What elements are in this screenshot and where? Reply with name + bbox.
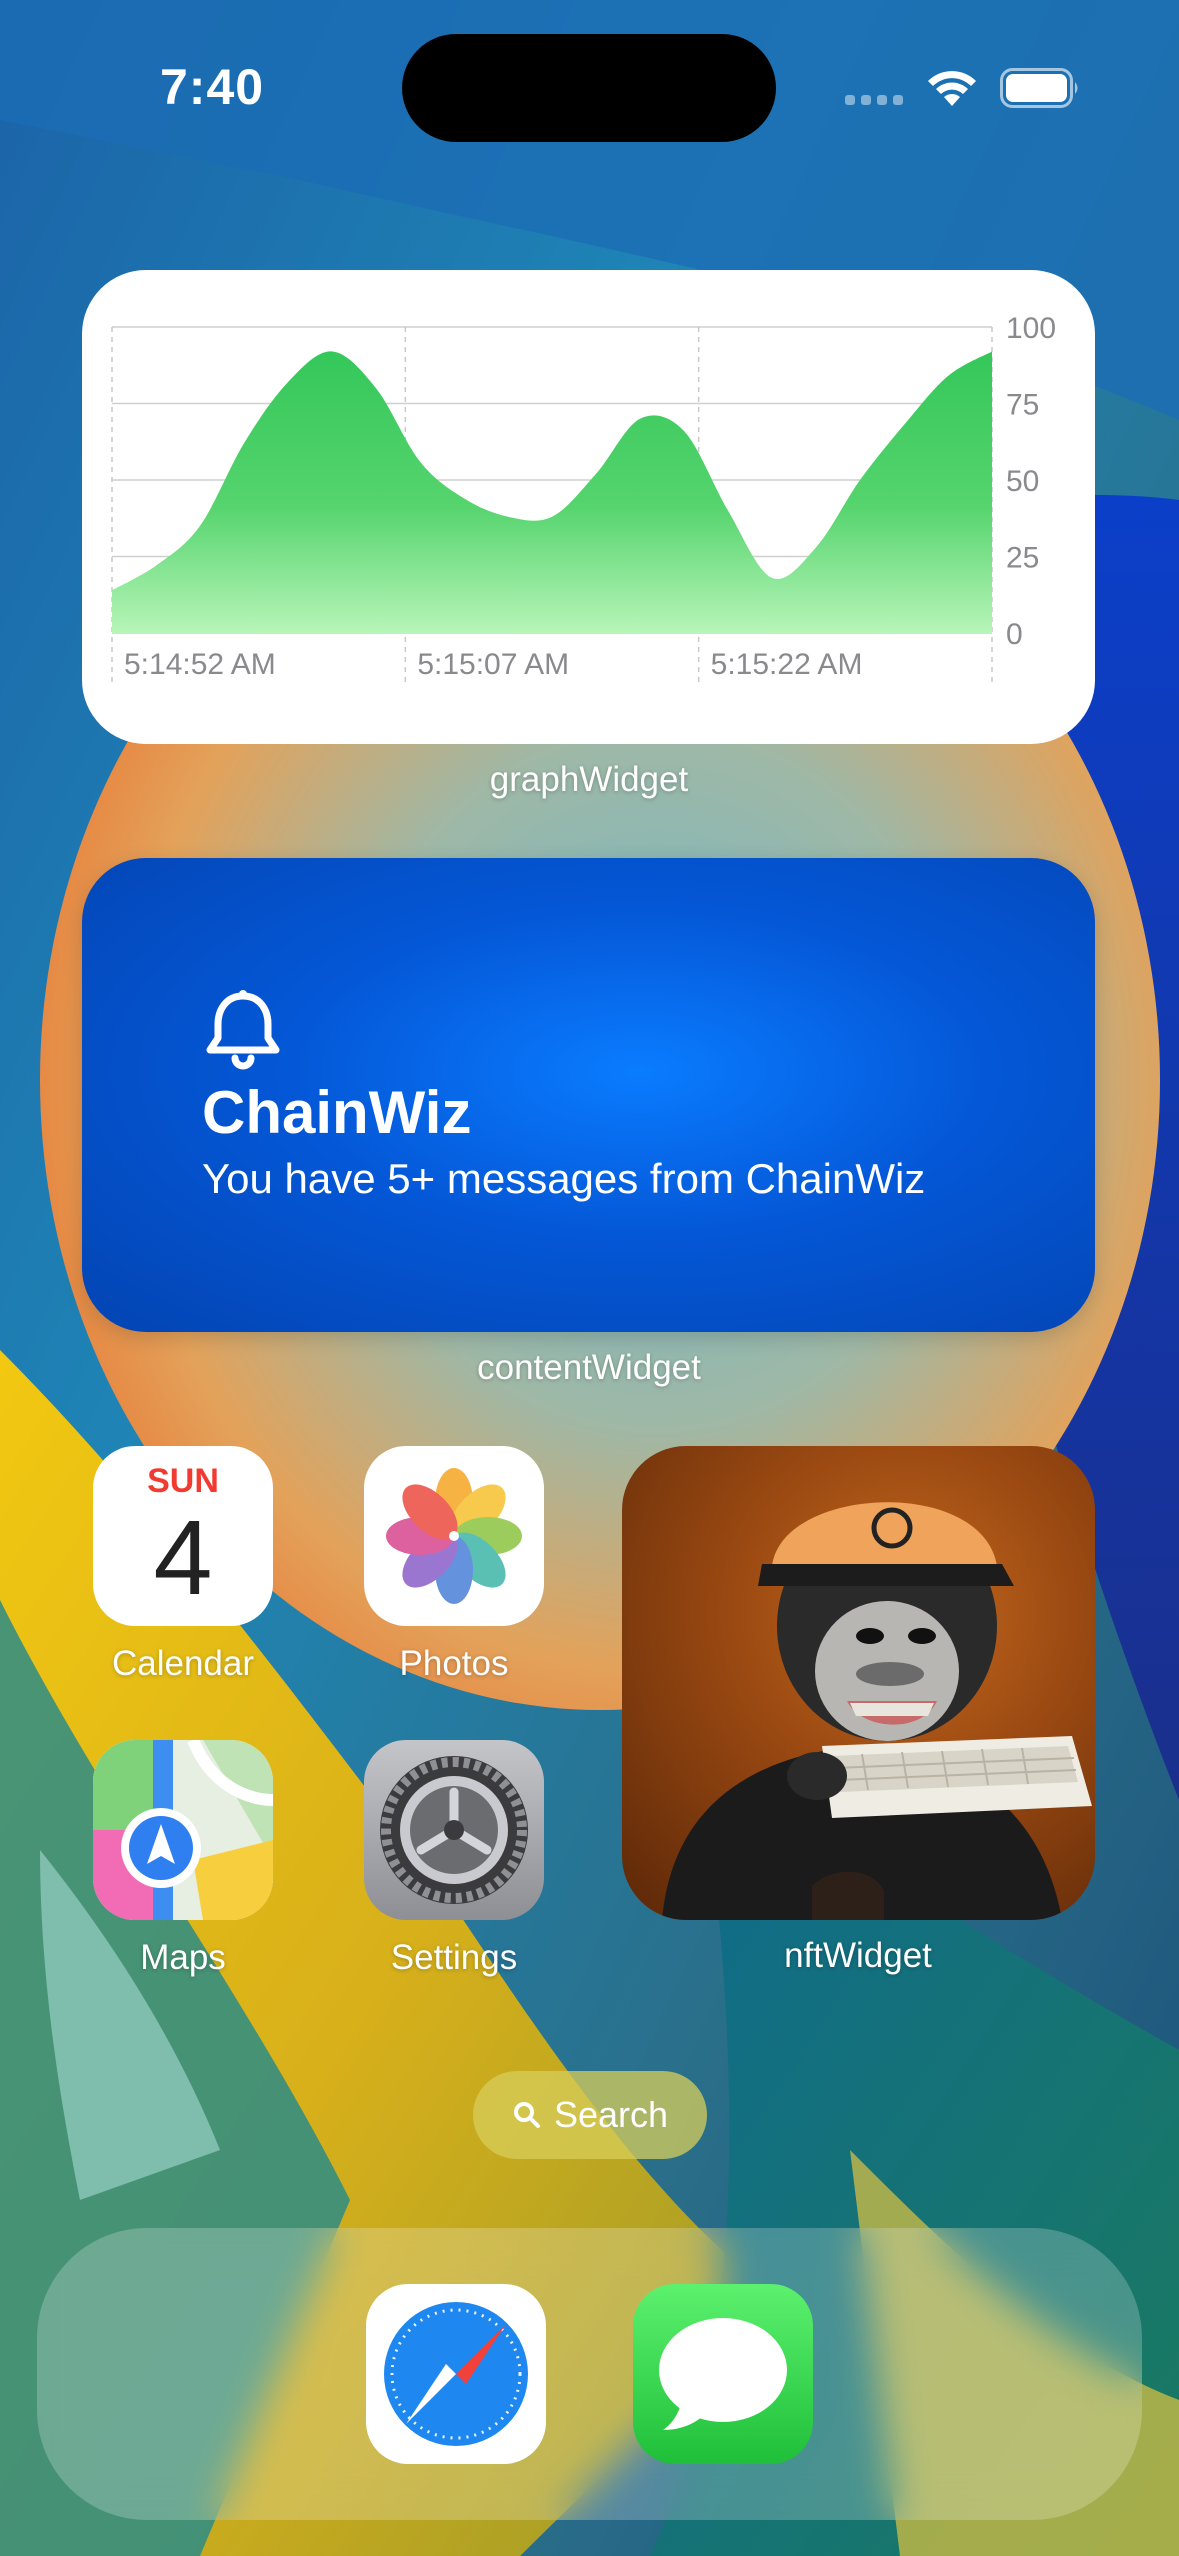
content-widget-title: ChainWiz xyxy=(202,1079,472,1146)
dynamic-island xyxy=(402,34,776,142)
calendar-date: 4 xyxy=(153,1499,213,1617)
calendar-icon[interactable]: SUN 4 xyxy=(93,1446,273,1626)
battery-icon xyxy=(1000,68,1082,113)
gorilla-nft-image xyxy=(662,1502,1092,1920)
calendar-day: SUN xyxy=(147,1462,219,1500)
calendar-app[interactable]: SUN 4 Calendar xyxy=(93,1446,273,1683)
content-widget[interactable]: ChainWiz You have 5+ messages from Chain… xyxy=(82,858,1095,1332)
photos-label: Photos xyxy=(399,1644,509,1683)
photos-app[interactable]: Photos xyxy=(364,1446,544,1683)
area-chart: 100 75 50 25 0 5:14:52 AM 5:15:07 AM 5:15:22 AM xyxy=(111,312,1056,683)
nft-widget-label: nftWidget xyxy=(784,1936,932,1975)
content-widget-label: contentWidget xyxy=(477,1348,701,1387)
y-tick-label: 75 xyxy=(1006,389,1039,422)
x-tick-label: 5:15:22 AM xyxy=(711,648,863,681)
maps-icon[interactable] xyxy=(93,1740,273,1920)
photos-icon[interactable] xyxy=(364,1446,544,1626)
dock xyxy=(37,2228,1142,2520)
cellular-signal-icon xyxy=(845,95,903,105)
maps-app[interactable]: Maps xyxy=(93,1740,273,1977)
calendar-label: Calendar xyxy=(111,1644,255,1683)
graph-widget-label: graphWidget xyxy=(489,760,689,799)
area-series xyxy=(112,351,992,633)
status-time: 7:40 xyxy=(160,59,265,115)
y-tick-label: 0 xyxy=(1006,618,1023,651)
y-tick-label: 25 xyxy=(1006,542,1039,575)
search-button[interactable]: Search xyxy=(473,2071,707,2159)
graph-widget[interactable]: 100 75 50 25 0 5:14:52 AM 5:15:07 AM 5:15:22 AM xyxy=(82,270,1095,744)
bell-icon xyxy=(202,988,284,1077)
settings-icon[interactable] xyxy=(364,1740,544,1920)
x-tick-label: 5:14:52 AM xyxy=(124,648,276,681)
messages-icon[interactable] xyxy=(633,2284,813,2464)
settings-app[interactable]: Settings xyxy=(364,1740,544,1977)
safari-icon[interactable] xyxy=(366,2284,546,2464)
wifi-icon xyxy=(925,66,979,113)
content-widget-message: You have 5+ messages from ChainWiz xyxy=(202,1155,926,1202)
settings-label: Settings xyxy=(390,1938,518,1977)
nft-widget[interactable] xyxy=(622,1446,1095,1920)
search-label: Search xyxy=(553,2094,669,2135)
search-icon xyxy=(513,2102,540,2128)
y-tick-label: 50 xyxy=(1006,465,1039,498)
y-tick-label: 100 xyxy=(1006,312,1056,345)
maps-label: Maps xyxy=(140,1938,226,1977)
x-tick-label: 5:15:07 AM xyxy=(417,648,569,681)
